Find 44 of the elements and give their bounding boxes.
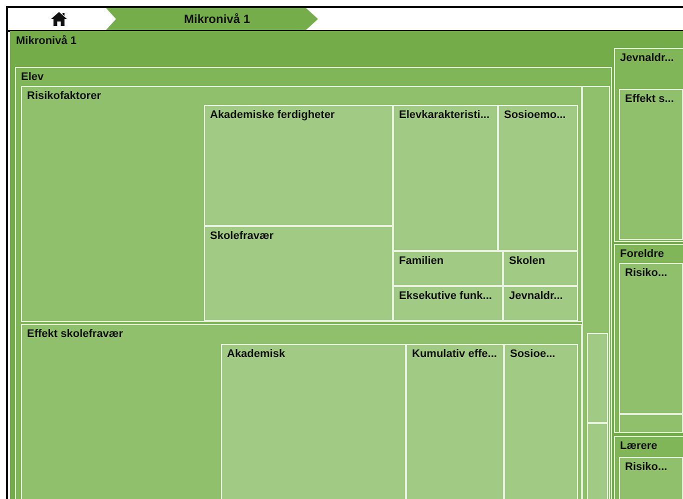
treemap-tile[interactable]: Elevkarakteristi... xyxy=(393,105,498,251)
tile-label: Jevnaldr... xyxy=(509,290,563,302)
treemap-tile[interactable]: Akademisk xyxy=(221,344,406,499)
treemap-tile[interactable]: Lærere Risiko... xyxy=(614,436,683,499)
tile-label: Foreldre xyxy=(620,248,664,260)
treemap-tile[interactable]: Skolefravær xyxy=(204,226,393,321)
tile-label: Risiko... xyxy=(625,267,668,279)
tile-label: Mikronivå 1 xyxy=(16,35,77,47)
tile-label: Elevkarakteristi... xyxy=(399,109,490,121)
treemap-tile[interactable]: Jevnaldr... Effekt s... xyxy=(614,48,683,242)
tile-label: Lærere xyxy=(620,440,658,452)
tile-label: Kumulativ effe... xyxy=(412,348,497,360)
tile-label: Risikofaktorer xyxy=(27,90,101,102)
tile-label: Jevnaldr... xyxy=(620,52,674,64)
treemap-tile[interactable]: Effekt s... xyxy=(619,89,683,240)
home-icon xyxy=(51,12,67,26)
tile-label: Sosioemo... xyxy=(504,109,566,121)
treemap-tile[interactable]: Sosioe... xyxy=(504,344,578,499)
tile-label: Effekt s... xyxy=(625,93,674,105)
treemap-tile[interactable]: Skolen xyxy=(503,251,578,286)
tile-label: Akademisk xyxy=(227,348,286,360)
treemap-tile[interactable]: Risiko... xyxy=(619,457,683,499)
breadcrumb-item[interactable]: Mikronivå 1 xyxy=(106,8,318,30)
treemap-tile[interactable]: Elev Risikofaktorer Akademiske ferdigheter Skolefravær Elevkarakteristi... Sosioemo... Familien Skolen Eksekutive funk... Jevnaldr... Effekt skolefravær Akademisk Kumulativ effe... Sosioe... xyxy=(15,67,612,499)
treemap-tile[interactable]: Foreldre Risiko... xyxy=(614,244,683,433)
tile-label: Effekt skolefravær xyxy=(27,328,123,340)
tile-label: Skolen xyxy=(509,255,546,267)
treemap-tile[interactable]: Risikofaktorer Akademiske ferdigheter Skolefravær Elevkarakteristi... Sosioemo... Familien Skolen Eksekutive funk... Jevnaldr... xyxy=(21,86,582,322)
tile-label: Familien xyxy=(399,255,444,267)
tile-label: Sosioe... xyxy=(510,348,556,360)
treemap-tile[interactable]: Jevnaldr... xyxy=(503,286,578,321)
treemap-tile[interactable]: Akademiske ferdigheter xyxy=(204,105,393,226)
tile-label: Eksekutive funk... xyxy=(399,290,492,302)
tile-label: Elev xyxy=(21,71,44,83)
treemap-tile[interactable]: Risiko... xyxy=(619,263,683,414)
tile-label: Skolefravær xyxy=(210,230,274,242)
treemap-tile[interactable]: Eksekutive funk... xyxy=(393,286,503,321)
treemap-tile[interactable]: Familien xyxy=(393,251,503,286)
treemap-tile[interactable] xyxy=(10,31,683,499)
treemap-tile[interactable]: Sosioemo... xyxy=(498,105,578,251)
tile-label: Akademiske ferdigheter xyxy=(210,109,335,121)
treemap-tile[interactable]: Effekt skolefravær Akademisk Kumulativ effe... Sosioe... xyxy=(21,324,582,499)
treemap-tile[interactable]: Kumulativ effe... xyxy=(406,344,504,499)
tile-label: Risiko... xyxy=(625,461,668,473)
